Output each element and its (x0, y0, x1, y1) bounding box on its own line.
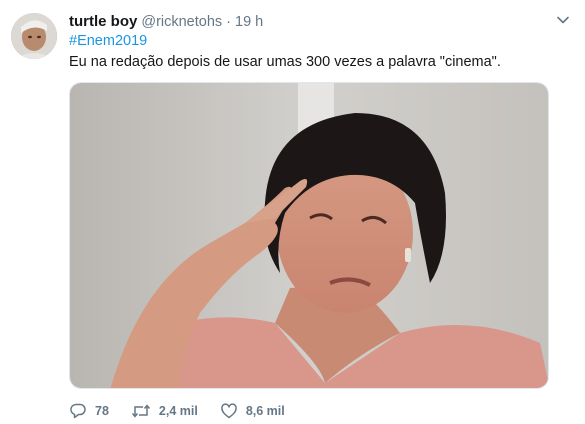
retweet-icon (131, 404, 150, 418)
like-count: 8,6 mil (245, 404, 285, 418)
retweet-count: 2,4 mil (158, 404, 198, 418)
tweet-actions: 78 2,4 mil 8,6 mil (69, 401, 307, 421)
heart-icon (221, 403, 237, 419)
tweet[interactable]: turtle boy @ricknetohs · 19 h #Enem2019 … (0, 0, 585, 424)
avatar[interactable] (11, 13, 57, 59)
like-button[interactable]: 8,6 mil (220, 402, 285, 420)
reply-count: 78 (95, 404, 109, 418)
tweet-text: Eu na redação depois de usar umas 300 ve… (69, 54, 501, 70)
author-handle[interactable]: @ricknetohs (141, 14, 222, 30)
timestamp[interactable]: 19 h (235, 14, 263, 30)
hashtag-link[interactable]: #Enem2019 (69, 33, 147, 49)
chevron-down-icon[interactable] (555, 12, 571, 28)
tweet-header: turtle boy @ricknetohs · 19 h (69, 13, 263, 31)
reply-button[interactable]: 78 (69, 402, 109, 420)
author-name[interactable]: turtle boy (69, 13, 137, 30)
retweet-button[interactable]: 2,4 mil (131, 402, 198, 420)
reply-icon (70, 403, 86, 419)
tweet-media[interactable] (69, 82, 549, 389)
photo-image (70, 83, 548, 388)
separator-dot: · (226, 14, 231, 30)
